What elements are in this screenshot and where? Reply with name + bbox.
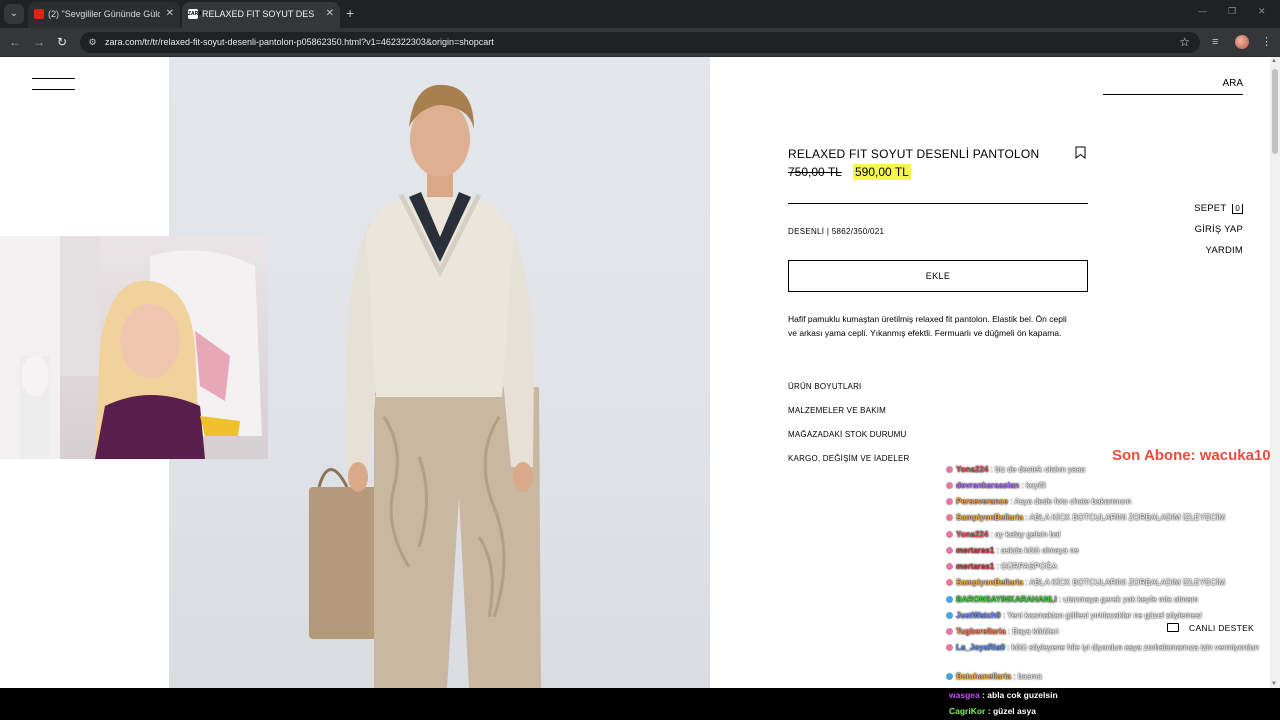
chat-message: Tugberellaria : Baya kötüleri: [946, 627, 1059, 637]
tab-zara[interactable]: ZARA RELAXED FIT SOYUT DESENLİ P ✕: [182, 2, 340, 28]
chat-message: Perseverance : Asya dede foto chate baka…: [946, 497, 1131, 507]
chat-message: wasgea : abla cok guzelsin: [949, 690, 1058, 700]
tab-title: RELAXED FIT SOYUT DESENLİ P: [202, 9, 314, 19]
badge-icon: [946, 466, 953, 473]
chat-message: devrankaraaslan : keyifli: [946, 481, 1046, 491]
back-icon[interactable]: ←: [9, 34, 21, 50]
reload-icon[interactable]: ↻: [57, 34, 67, 50]
divider: [788, 203, 1088, 204]
badge-icon: [946, 482, 953, 489]
chat-message: BARONSAYINKARAHANLI : utanmaya gerek yok…: [946, 595, 1198, 605]
chat-message: mertaras1 : askda kötü olmaya ne: [946, 546, 1079, 556]
new-tab-icon[interactable]: +: [346, 5, 354, 21]
chat-message: Yona224 : biz de destek olalım yaaa: [946, 465, 1085, 475]
url-text[interactable]: zara.com/tr/tr/relaxed-fit-soyut-desenli…: [105, 32, 494, 53]
badge-icon: [946, 498, 953, 505]
chat-message: SampiyonBellaria : ABLA KİCK BOTCULARINI…: [946, 578, 1225, 588]
accordion-store-stock[interactable]: MAĞAZADAKİ STOK DURUMU: [788, 430, 907, 439]
screen: ⌄ (2) "Sevgililer Gününde Güldüren ✕ ZAR…: [0, 0, 1280, 720]
hamburger-menu-icon[interactable]: [32, 77, 75, 91]
close-tab-icon[interactable]: ✕: [326, 2, 334, 26]
accordion-materials-care[interactable]: MALZEMELER VE BAKIM: [788, 406, 886, 415]
chat-message: mertaras1 : GÜRPASPOĞA: [946, 562, 1057, 572]
bottom-chat-strip: wasgea : abla cok guzelsin CagriKor : gü…: [0, 688, 1280, 720]
scroll-up-icon[interactable]: ▲: [1271, 58, 1277, 64]
cart-count[interactable]: 0: [1232, 204, 1243, 214]
badge-icon: [946, 612, 953, 619]
accordion-product-sizes[interactable]: ÜRÜN BOYUTLARI: [788, 382, 861, 391]
close-tab-icon[interactable]: ✕: [166, 2, 174, 26]
menu-icon[interactable]: ⋮: [1261, 35, 1272, 49]
chat-message: JustWatch0 : Yeni kasmaktan güllesi yırt…: [946, 611, 1202, 621]
restore-icon[interactable]: ❐: [1228, 6, 1236, 17]
youtube-favicon-icon: [34, 9, 44, 19]
product-title: RELAXED FIT SOYUT DESENLİ PANTOLON: [788, 147, 1040, 161]
login-link[interactable]: GİRİŞ YAP: [1194, 219, 1243, 240]
chat-bubble-icon: [1167, 623, 1179, 632]
chat-message: CagriKor : güzel asya: [949, 706, 1036, 716]
webcam-overlay: [0, 236, 268, 459]
sale-price: 590,00 TL: [853, 164, 911, 180]
product-reference: DESENLİ | 5862/350/021: [788, 227, 885, 236]
cart-link[interactable]: SEPET 0: [1194, 198, 1243, 219]
badge-icon: [946, 644, 953, 651]
badge-icon: [946, 563, 953, 570]
cart-label[interactable]: SEPET: [1194, 203, 1226, 214]
search-label[interactable]: ARA: [1222, 78, 1243, 89]
media-icon[interactable]: ≡: [1212, 35, 1218, 49]
bookmark-icon[interactable]: [1075, 146, 1086, 159]
latest-subscriber-banner: Son Abone: wacuka10: [1112, 447, 1271, 464]
badge-icon: [946, 514, 953, 521]
close-window-icon[interactable]: ✕: [1258, 6, 1266, 17]
zara-favicon-icon: ZARA: [188, 9, 202, 19]
browser-toolbar: ← → ↻ ⚙ zara.com/tr/tr/relaxed-fit-soyut…: [0, 28, 1280, 57]
chat-message: Yona224 : ay kalay gelsin bal: [946, 530, 1060, 540]
badge-icon: [946, 531, 953, 538]
old-price: 750,00 TL: [788, 165, 842, 179]
accordion-shipping-returns[interactable]: KARGO, DEĞİŞİM VE İADELER: [788, 454, 909, 463]
chat-message: Batuhanellaria : basma: [946, 672, 1042, 682]
badge-icon: [946, 673, 953, 680]
page-scrollbar[interactable]: ▲ ▼: [1270, 57, 1280, 688]
tab-title: (2) "Sevgililer Gününde Güldüren: [48, 9, 160, 19]
badge-icon: [946, 596, 953, 603]
scrollbar-thumb[interactable]: [1272, 69, 1278, 154]
side-nav: SEPET 0 GİRİŞ YAP YARDIM: [1194, 198, 1243, 261]
search-field[interactable]: ARA: [1103, 77, 1243, 95]
product-description: Hafif pamuklu kumaştan üretilmiş relaxed…: [788, 314, 1067, 338]
address-bar[interactable]: ⚙ zara.com/tr/tr/relaxed-fit-soyut-desen…: [80, 32, 1200, 53]
chat-message: La_JoyaRia0 : kötü söyleyene hile iyi di…: [946, 643, 1259, 653]
site-info-icon[interactable]: ⚙: [86, 36, 99, 49]
forward-icon[interactable]: →: [33, 34, 45, 50]
chat-message: SampiyonBellaria : ABLA KİCK BOTCULARINI…: [946, 513, 1225, 523]
badge-icon: [946, 547, 953, 554]
star-icon[interactable]: ☆: [1179, 32, 1190, 53]
profile-avatar[interactable]: [1235, 35, 1249, 49]
badge-icon: [946, 628, 953, 635]
minimize-icon[interactable]: —: [1198, 6, 1207, 16]
help-link[interactable]: YARDIM: [1194, 240, 1243, 261]
badge-icon: [946, 579, 953, 586]
add-to-cart-button[interactable]: EKLE: [788, 260, 1088, 292]
tab-youtube[interactable]: (2) "Sevgililer Gününde Güldüren ✕: [28, 2, 180, 28]
tab-search-icon[interactable]: ⌄: [4, 4, 24, 24]
browser-tab-bar: ⌄ (2) "Sevgililer Gününde Güldüren ✕ ZAR…: [0, 0, 1280, 28]
scroll-down-icon[interactable]: ▼: [1271, 681, 1277, 687]
